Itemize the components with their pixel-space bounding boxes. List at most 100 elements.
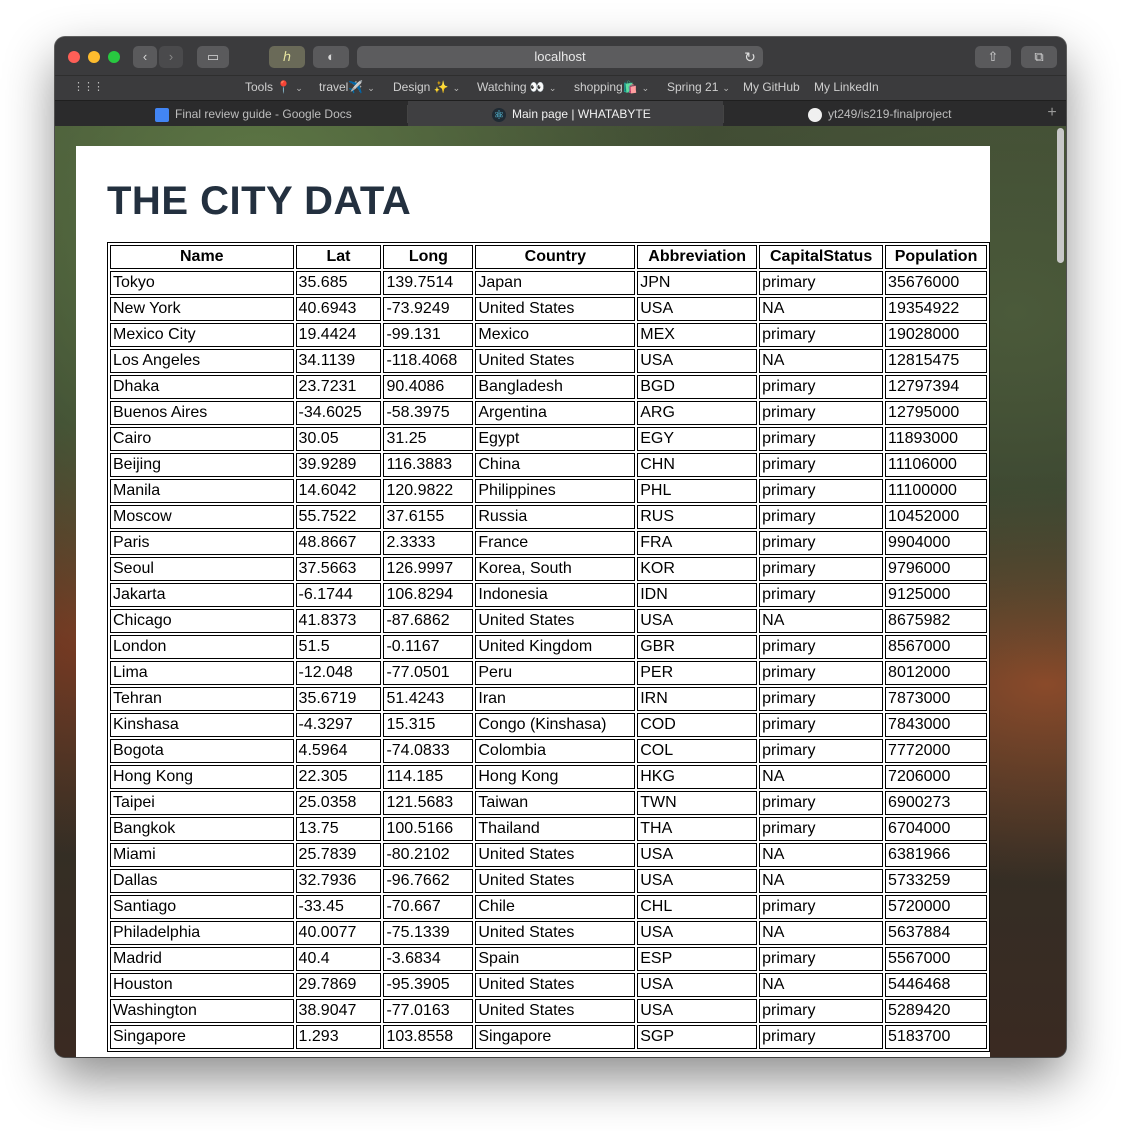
table-cell: PHL [637,479,758,503]
table-cell: Houston [110,973,294,997]
table-cell: 38.9047 [295,999,382,1023]
table-cell: Jakarta [110,583,294,607]
bookmark-folder-watching[interactable]: Watching 👀 ⌄ [477,80,556,94]
table-cell: United States [475,609,636,633]
reload-icon[interactable]: ↻ [741,46,759,68]
table-cell: 106.8294 [383,583,474,607]
table-cell: primary [759,505,884,529]
zoom-window-button[interactable] [108,51,120,63]
table-cell: 2.3333 [383,531,474,555]
table-cell: 5289420 [885,999,987,1023]
table-cell: USA [637,999,758,1023]
table-cell: COL [637,739,758,763]
minimize-window-button[interactable] [88,51,100,63]
extension-button[interactable]: ℎ [269,46,305,68]
table-cell: 31.25 [383,427,474,451]
table-cell: 19.4424 [295,323,382,347]
table-cell: BGD [637,375,758,399]
table-cell: London [110,635,294,659]
table-cell: Chicago [110,609,294,633]
bookmark-folder-design[interactable]: Design ✨ ⌄ [393,80,460,94]
sidebar-icon: ▭ [206,49,220,64]
table-row: Miami 25.7839 -80.2102 United States USA NA 63… [110,843,987,867]
table-cell: primary [759,479,884,503]
table-cell: 9904000 [885,531,987,555]
chevron-down-icon: ⌄ [641,83,650,93]
table-cell: 29.7869 [295,973,382,997]
table-cell: Hong Kong [110,765,294,789]
table-cell: 5733259 [885,869,987,893]
bookmark-folder-spring-21[interactable]: Spring 21 ⌄ [667,80,730,94]
table-cell: -58.3975 [383,401,474,425]
table-cell: primary [759,947,884,971]
table-cell: Bangkok [110,817,294,841]
grid-icon[interactable]: ⋮⋮⋮ [73,81,104,93]
table-cell: 40.4 [295,947,382,971]
table-row: Kinshasa -4.3297 15.315 Congo (Kinshasa) COD… [110,713,987,737]
table-cell: Los Angeles [110,349,294,373]
chevron-down-icon: ⌄ [722,83,730,93]
tab-google-docs[interactable]: Final review guide - Google Docs [55,101,407,127]
close-window-button[interactable] [68,51,80,63]
table-cell: 120.9822 [383,479,474,503]
table-cell: 11100000 [885,479,987,503]
tab-overview-button[interactable]: ⧉ [1021,46,1057,68]
bookmark-my-github[interactable]: My GitHub [743,80,800,94]
table-row: New York 40.6943 -73.9249 United States USA N… [110,297,987,321]
github-icon [808,107,822,122]
bookmark-folder-shopping[interactable]: shopping🛍️ ⌄ [574,80,649,94]
table-row: Taipei 25.0358 121.5683 Taiwan TWN primary 690… [110,791,987,815]
table-cell: NA [759,973,884,997]
sidebar-toggle-button[interactable]: ▭ [197,46,229,68]
column-header: Country [475,245,636,269]
table-cell: Lima [110,661,294,685]
table-cell: Hong Kong [475,765,636,789]
new-tab-button[interactable]: + [1042,101,1062,127]
vertical-scrollbar[interactable] [1057,128,1064,263]
table-cell: 6900273 [885,791,987,815]
table-row: Bangkok 13.75 100.5166 Thailand THA primary 67… [110,817,987,841]
chevron-right-icon: › [168,49,174,64]
table-cell: 9796000 [885,557,987,581]
tab-main-page[interactable]: ⚛ Main page | WHATABYTE [408,101,723,127]
tab-github[interactable]: yt249/is219-finalproject [724,101,1039,127]
table-cell: 48.8667 [295,531,382,555]
table-cell: primary [759,427,884,451]
table-row: Washington 38.9047 -77.0163 United States US… [110,999,987,1023]
table-cell: THA [637,817,758,841]
table-cell: -95.3905 [383,973,474,997]
table-cell: 7772000 [885,739,987,763]
table-cell: -74.0833 [383,739,474,763]
table-cell: Cairo [110,427,294,451]
table-cell: 4.5964 [295,739,382,763]
table-row: Tehran 35.6719 51.4243 Iran IRN primary 787300… [110,687,987,711]
chevron-down-icon: ⌄ [548,83,557,93]
table-cell: 41.8373 [295,609,382,633]
table-cell: primary [759,375,884,399]
tab-bar: Final review guide - Google Docs ⚛ Main p… [55,100,1066,127]
table-cell: NA [759,921,884,945]
forward-button[interactable]: › [159,46,183,68]
table-cell: 15.315 [383,713,474,737]
share-button[interactable]: ⇧ [975,46,1011,68]
table-row: Buenos Aires -34.6025 -58.3975 Argentina ARG… [110,401,987,425]
table-cell: Mexico City [110,323,294,347]
table-cell: 51.5 [295,635,382,659]
table-row: London 51.5 -0.1167 United Kingdom GBR primar… [110,635,987,659]
table-cell: 8567000 [885,635,987,659]
back-button[interactable]: ‹ [133,46,157,68]
table-cell: 5720000 [885,895,987,919]
privacy-button[interactable]: ◐ [313,46,349,68]
table-cell: Egypt [475,427,636,451]
bookmark-folder-travel[interactable]: travel✈️ ⌄ [319,80,375,94]
bookmark-my-linkedin[interactable]: My LinkedIn [814,80,879,94]
table-cell: United States [475,973,636,997]
table-cell: 30.05 [295,427,382,451]
bookmark-folder-tools[interactable]: Tools 📍 ⌄ [245,80,303,94]
table-cell: -33.45 [295,895,382,919]
table-cell: -75.1339 [383,921,474,945]
table-cell: Madrid [110,947,294,971]
table-cell: United States [475,349,636,373]
table-cell: FRA [637,531,758,555]
address-bar[interactable]: localhost ↻ [357,46,763,68]
